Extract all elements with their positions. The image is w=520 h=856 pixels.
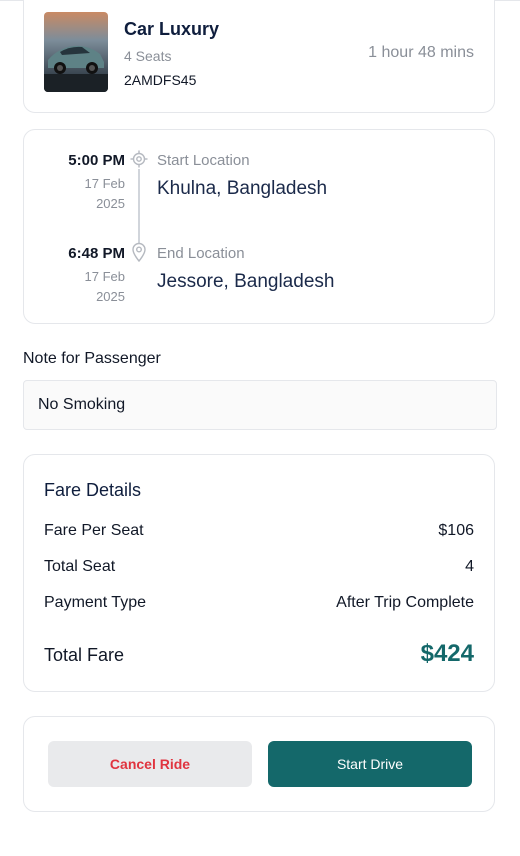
cancel-ride-button[interactable]: Cancel Ride	[48, 741, 252, 787]
route-card: 5:00 PM 17 Feb 2025 Start Location Khuln…	[23, 129, 495, 324]
note-text: No Smoking	[38, 396, 126, 413]
note-box: No Smoking	[23, 380, 497, 430]
vehicle-card: Car Luxury 4 Seats 2AMDFS45 1 hour 48 mi…	[23, 0, 495, 113]
payment-type-label: Payment Type	[44, 594, 146, 611]
actions-card: Cancel Ride Start Drive	[23, 716, 495, 812]
end-date-day: 17 Feb	[84, 269, 125, 284]
trip-duration: 1 hour 48 mins	[368, 44, 474, 61]
fare-per-seat-label: Fare Per Seat	[44, 522, 144, 539]
car-image	[44, 12, 108, 92]
vehicle-plate: 2AMDFS45	[124, 72, 197, 88]
end-location-icon	[130, 242, 148, 263]
total-seat-label: Total Seat	[44, 558, 116, 575]
start-drive-button[interactable]: Start Drive	[268, 741, 472, 787]
vehicle-name: Car Luxury	[124, 19, 220, 39]
payment-type-value: After Trip Complete	[336, 594, 474, 611]
fare-per-seat-value: $106	[438, 522, 474, 539]
start-location-icon	[130, 150, 148, 168]
vehicle-seats: 4 Seats	[124, 48, 172, 64]
note-title: Note for Passenger	[23, 350, 161, 367]
start-date-year: 2025	[96, 196, 125, 211]
end-location-value: Jessore, Bangladesh	[157, 271, 335, 292]
total-seat-value: 4	[465, 558, 474, 575]
start-location-value: Khulna, Bangladesh	[157, 178, 328, 199]
total-fare-value: $424	[420, 640, 474, 667]
fare-title: Fare Details	[44, 480, 142, 500]
end-time: 6:48 PM	[68, 245, 125, 262]
end-location-label: End Location	[157, 245, 245, 262]
start-date-day: 17 Feb	[84, 176, 125, 191]
start-time: 5:00 PM	[68, 152, 125, 169]
total-fare-label: Total Fare	[44, 645, 125, 665]
route-connector	[138, 169, 140, 243]
end-date-year: 2025	[96, 289, 125, 304]
fare-card: Fare Details Fare Per Seat $106 Total Se…	[23, 454, 495, 692]
start-location-label: Start Location	[157, 152, 250, 169]
